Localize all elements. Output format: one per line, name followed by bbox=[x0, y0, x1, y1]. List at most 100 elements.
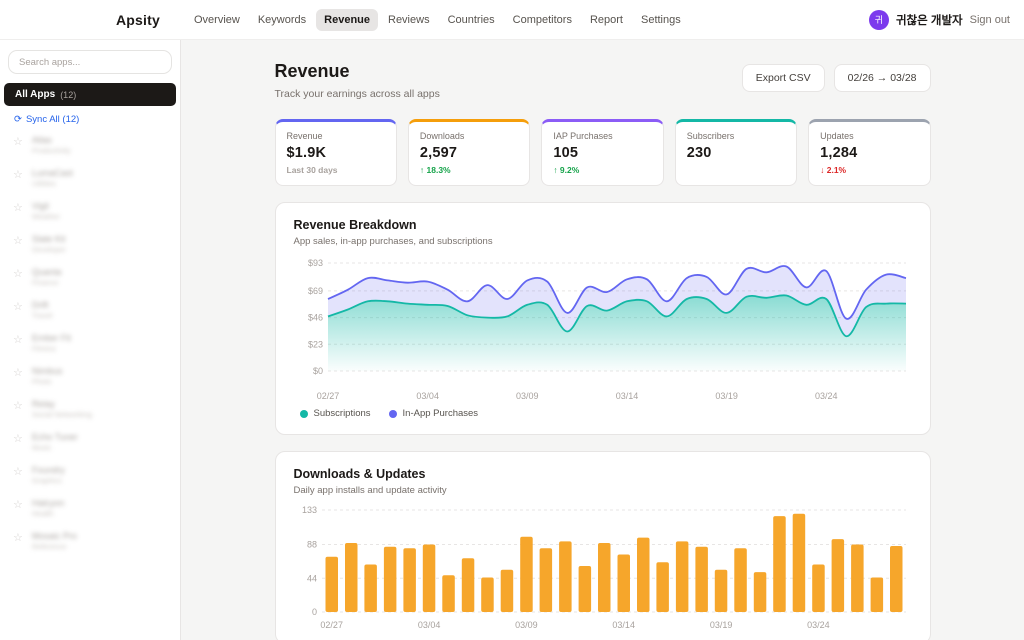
app-name: Drift bbox=[32, 300, 53, 311]
stat-value: 230 bbox=[687, 145, 785, 161]
stat-trend: ↑ 18.3% bbox=[420, 165, 518, 175]
nav-item-settings[interactable]: Settings bbox=[633, 9, 689, 31]
downloads-updates-chart: 0448813302/2703/0403/0903/1403/1903/24 bbox=[294, 502, 912, 634]
star-icon[interactable]: ☆ bbox=[13, 300, 23, 313]
legend-label: In-App Purchases bbox=[403, 408, 479, 419]
sync-all-label: Sync All (12) bbox=[26, 114, 79, 125]
app-category: Music bbox=[32, 443, 78, 453]
revenue-breakdown-card: Revenue Breakdown App sales, in-app purc… bbox=[275, 202, 931, 435]
star-icon[interactable]: ☆ bbox=[13, 135, 23, 148]
app-texts: VigilWeather bbox=[32, 201, 60, 222]
app-list-item[interactable]: ☆ Ember FitFitness bbox=[0, 327, 180, 360]
stats-row: Revenue$1.9KLast 30 daysDownloads2,597↑ … bbox=[275, 119, 931, 186]
page-title: Revenue bbox=[275, 61, 440, 82]
app-name: Atlas bbox=[32, 135, 71, 146]
sign-out-link[interactable]: Sign out bbox=[970, 14, 1010, 26]
app-category: Utilities bbox=[32, 179, 73, 189]
app-list-item[interactable]: ☆ HalcyonHealth bbox=[0, 492, 180, 525]
stat-trend: ↑ 9.2% bbox=[553, 165, 651, 175]
app-name: Halcyon bbox=[32, 498, 65, 509]
app-texts: Ember FitFitness bbox=[32, 333, 71, 354]
topbar: Apsity OverviewKeywordsRevenueReviewsCou… bbox=[0, 0, 1024, 40]
app-list-item[interactable]: ☆Echo TunerMusic bbox=[0, 426, 180, 459]
app-category: Social Networking bbox=[32, 410, 92, 420]
app-category: Developer bbox=[32, 245, 66, 255]
nav-item-reviews[interactable]: Reviews bbox=[380, 9, 438, 31]
all-apps-count: (12) bbox=[60, 90, 76, 100]
downloads-updates-card: Downloads & Updates Daily app installs a… bbox=[275, 451, 931, 640]
legend-dot bbox=[300, 410, 308, 418]
app-list-item[interactable]: ☆ RelaySocial Networking bbox=[0, 393, 180, 426]
app-name: Nimbus bbox=[32, 366, 63, 377]
app-name: Quanta bbox=[32, 267, 62, 278]
nav-item-competitors[interactable]: Competitors bbox=[505, 9, 580, 31]
app-list-item[interactable]: ☆ FoundryGraphics bbox=[0, 459, 180, 492]
app-list-item[interactable]: ☆AtlasProductivity bbox=[0, 129, 180, 162]
app-category: Finance bbox=[32, 278, 62, 288]
sync-all-link[interactable]: ⟳ Sync All (12) bbox=[14, 114, 180, 125]
star-icon[interactable]: ☆ bbox=[13, 498, 23, 511]
stat-value: 2,597 bbox=[420, 145, 518, 161]
star-icon[interactable]: ☆ bbox=[13, 168, 23, 181]
nav-item-revenue[interactable]: Revenue bbox=[316, 9, 378, 31]
stat-card-iap-purchases: IAP Purchases105↑ 9.2% bbox=[541, 119, 663, 186]
page-actions: Export CSV 02/26 → 03/28 bbox=[742, 61, 931, 92]
brand-logo: Apsity bbox=[116, 12, 160, 28]
all-apps-filter[interactable]: All Apps (12) bbox=[4, 83, 176, 106]
date-range-button[interactable]: 02/26 → 03/28 bbox=[834, 64, 931, 92]
star-icon[interactable]: ☆ bbox=[13, 399, 23, 412]
stat-label: IAP Purchases bbox=[553, 131, 651, 141]
stat-card-updates: Updates1,284↓ 2.1% bbox=[808, 119, 930, 186]
svg-text:03/04: 03/04 bbox=[416, 391, 439, 401]
search-input[interactable] bbox=[8, 50, 172, 74]
star-icon[interactable]: ☆ bbox=[13, 234, 23, 247]
app-list-item[interactable]: ☆ NimbusPhoto bbox=[0, 360, 180, 393]
star-icon[interactable]: ☆ bbox=[13, 531, 23, 544]
all-apps-label: All Apps bbox=[15, 89, 55, 100]
svg-text:0: 0 bbox=[311, 607, 316, 617]
nav-item-overview[interactable]: Overview bbox=[186, 9, 248, 31]
svg-text:$23: $23 bbox=[307, 339, 322, 349]
app-category: Fitness bbox=[32, 344, 71, 354]
app-texts: FoundryGraphics bbox=[32, 465, 65, 486]
page-header: Revenue Track your earnings across all a… bbox=[275, 61, 931, 100]
app-name: Vigil bbox=[32, 201, 60, 212]
content-column: Revenue Track your earnings across all a… bbox=[275, 40, 931, 640]
star-icon[interactable]: ☆ bbox=[13, 201, 23, 214]
svg-text:03/19: 03/19 bbox=[715, 391, 738, 401]
app-list-item[interactable]: ☆ Slate KitDeveloper bbox=[0, 228, 180, 261]
revenue-legend: SubscriptionsIn-App Purchases bbox=[294, 405, 912, 425]
app-list-item[interactable]: ☆DriftTravel bbox=[0, 294, 180, 327]
app-texts: QuantaFinance bbox=[32, 267, 62, 288]
search-wrap bbox=[8, 50, 172, 74]
star-icon[interactable]: ☆ bbox=[13, 366, 23, 379]
app-category: Weather bbox=[32, 212, 60, 222]
nav-item-keywords[interactable]: Keywords bbox=[250, 9, 314, 31]
user-avatar[interactable]: 귀 bbox=[869, 10, 889, 30]
svg-text:02/27: 02/27 bbox=[320, 620, 343, 630]
main-content: Revenue Track your earnings across all a… bbox=[181, 40, 1024, 640]
star-icon[interactable]: ☆ bbox=[13, 267, 23, 280]
svg-text:03/14: 03/14 bbox=[615, 391, 638, 401]
app-list-item[interactable]: ☆ QuantaFinance bbox=[0, 261, 180, 294]
page-subtitle: Track your earnings across all apps bbox=[275, 88, 440, 100]
app-category: Health bbox=[32, 509, 65, 519]
svg-text:03/24: 03/24 bbox=[807, 620, 830, 630]
nav-item-countries[interactable]: Countries bbox=[440, 9, 503, 31]
svg-text:$0: $0 bbox=[312, 366, 322, 376]
svg-text:88: 88 bbox=[306, 540, 316, 550]
star-icon[interactable]: ☆ bbox=[13, 465, 23, 478]
app-texts: NimbusPhoto bbox=[32, 366, 63, 387]
app-name: Slate Kit bbox=[32, 234, 66, 245]
app-list-item[interactable]: ☆ VigilWeather bbox=[0, 195, 180, 228]
app-texts: LumaCastUtilities bbox=[32, 168, 73, 189]
stat-card-subscribers: Subscribers230 bbox=[675, 119, 797, 186]
star-icon[interactable]: ☆ bbox=[13, 432, 23, 445]
export-csv-button[interactable]: Export CSV bbox=[742, 64, 825, 92]
nav-item-report[interactable]: Report bbox=[582, 9, 631, 31]
star-icon[interactable]: ☆ bbox=[13, 333, 23, 346]
app-list-item[interactable]: ☆Mosaic ProReference bbox=[0, 525, 180, 558]
app-list-item[interactable]: ☆ LumaCastUtilities bbox=[0, 162, 180, 195]
app-texts: RelaySocial Networking bbox=[32, 399, 92, 420]
app-texts: Slate KitDeveloper bbox=[32, 234, 66, 255]
